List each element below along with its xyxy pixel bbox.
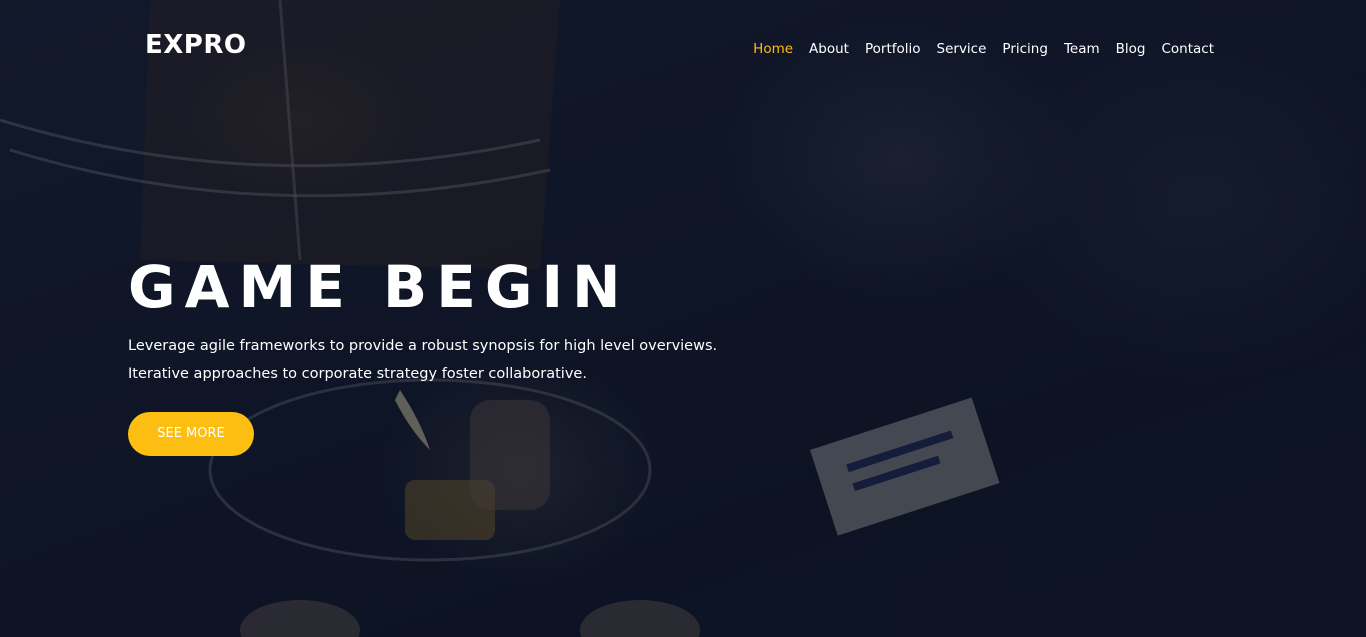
site-logo[interactable]: EXPRO bbox=[145, 30, 247, 60]
nav-item-service[interactable]: Service bbox=[937, 40, 987, 58]
nav-item-about[interactable]: About bbox=[809, 40, 849, 58]
nav-item-pricing[interactable]: Pricing bbox=[1002, 40, 1048, 58]
hero-description-line-2: Iterative approaches to corporate strate… bbox=[128, 366, 587, 382]
see-more-button[interactable]: SEE MORE bbox=[128, 412, 254, 456]
nav-item-blog[interactable]: Blog bbox=[1116, 40, 1146, 58]
nav-item-portfolio[interactable]: Portfolio bbox=[865, 40, 921, 58]
nav-item-home[interactable]: Home bbox=[753, 40, 793, 58]
hero-description-line-1: Leverage agile frameworks to provide a r… bbox=[128, 338, 718, 354]
top-navbar: EXPRO Home About Portfolio Service Prici… bbox=[0, 0, 1366, 96]
hero-section: EXPRO Home About Portfolio Service Prici… bbox=[0, 0, 1366, 637]
hero-title: GAME BEGIN bbox=[128, 253, 630, 321]
hero-content: GAME BEGIN Leverage agile frameworks to … bbox=[128, 252, 828, 456]
hero-description: Leverage agile frameworks to provide a r… bbox=[128, 332, 828, 388]
nav-item-contact[interactable]: Contact bbox=[1161, 40, 1214, 58]
nav-item-team[interactable]: Team bbox=[1064, 40, 1100, 58]
nav-menu: Home About Portfolio Service Pricing Tea… bbox=[753, 40, 1214, 58]
